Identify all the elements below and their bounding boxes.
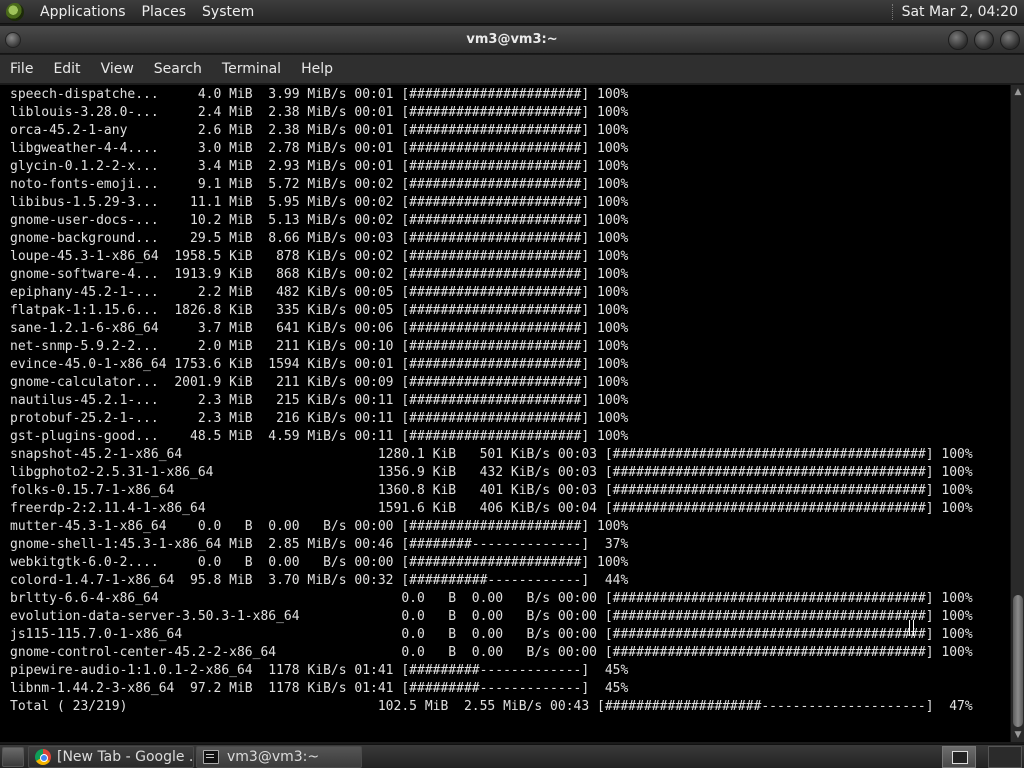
top-panel: Applications Places System Sat Mar 2, 04… (0, 0, 1024, 24)
terminal-line: loupe-45.3-1-x86_64 1958.5 KiB 878 KiB/s… (10, 249, 629, 264)
window-menu-icon[interactable] (5, 32, 21, 48)
terminal-line: Total ( 23/219) 102.5 MiB 2.55 MiB/s 00:… (10, 699, 973, 714)
terminal-line: freerdp-2:2.11.4-1-x86_64 1591.6 KiB 406… (10, 501, 973, 516)
scroll-down-icon[interactable]: ▼ (1013, 730, 1023, 740)
terminal-area[interactable]: speech-dispatche... 4.0 MiB 3.99 MiB/s 0… (0, 85, 1010, 742)
window-title: vm3@vm3:~ (466, 32, 558, 47)
terminal-line: gnome-calculator... 2001.9 KiB 211 KiB/s… (10, 375, 629, 390)
clock[interactable]: Sat Mar 2, 04:20 (902, 4, 1024, 20)
terminal-line: nautilus-45.2.1-... 2.3 MiB 215 KiB/s 00… (10, 393, 629, 408)
terminal-line: libnm-1.44.2-3-x86_64 97.2 MiB 1178 KiB/… (10, 681, 629, 696)
terminal-line: protobuf-25.2-1-... 2.3 MiB 216 KiB/s 00… (10, 411, 629, 426)
system-menu[interactable]: System (194, 4, 262, 20)
terminal-line: gnome-control-center-45.2-2-x86_64 0.0 B… (10, 645, 973, 660)
taskbar-item-label: vm3@vm3:~ (227, 748, 320, 765)
terminal-line: sane-1.2.1-6-x86_64 3.7 MiB 641 KiB/s 00… (10, 321, 629, 336)
scroll-up-icon[interactable]: ▲ (1013, 87, 1023, 97)
terminal-line: glycin-0.1.2-2-x... 3.4 MiB 2.93 MiB/s 0… (10, 159, 629, 174)
terminal-line: snapshot-45.2-1-x86_64 1280.1 KiB 501 Ki… (10, 447, 973, 462)
terminal-line: brltty-6.6-4-x86_64 0.0 B 0.00 B/s 00:00… (10, 591, 973, 606)
terminal-line: folks-0.15.7-1-x86_64 1360.8 KiB 401 KiB… (10, 483, 973, 498)
workspace-switcher-2[interactable] (988, 745, 1022, 768)
terminal-line: flatpak-1:1.15.6... 1826.8 KiB 335 KiB/s… (10, 303, 629, 318)
terminal-line: webkitgtk-6.0-2.... 0.0 B 0.00 B/s 00:00… (10, 555, 629, 570)
terminal-line: gnome-background... 29.5 MiB 8.66 MiB/s … (10, 231, 629, 246)
taskbar-item-terminal[interactable]: vm3@vm3:~ (196, 745, 362, 768)
menu-edit[interactable]: Edit (43, 61, 90, 77)
terminal-line: pipewire-audio-1:1.0.1-2-x86_64 1178 KiB… (10, 663, 629, 678)
applications-menu[interactable]: Applications (32, 4, 134, 20)
taskbar-item-browser[interactable]: [New Tab - Google ... (28, 745, 194, 768)
terminal-line: evince-45.0-1-x86_64 1753.6 KiB 1594 KiB… (10, 357, 629, 372)
menu-file[interactable]: File (0, 61, 43, 77)
close-icon[interactable] (1000, 30, 1020, 50)
terminal-line: colord-1.4.7-1-x86_64 95.8 MiB 3.70 MiB/… (10, 573, 629, 588)
terminal-line: epiphany-45.2-1-... 2.2 MiB 482 KiB/s 00… (10, 285, 629, 300)
terminal-line: libibus-1.5.29-3... 11.1 MiB 5.95 MiB/s … (10, 195, 629, 210)
menu-search[interactable]: Search (144, 61, 212, 77)
terminal-line: liblouis-3.28.0-... 2.4 MiB 2.38 MiB/s 0… (10, 105, 629, 120)
bottom-taskbar: [New Tab - Google ... vm3@vm3:~ (0, 744, 1024, 768)
terminal-line: gnome-software-4... 1913.9 KiB 868 KiB/s… (10, 267, 629, 282)
terminal-line: js115-115.7.0-1-x86_64 0.0 B 0.00 B/s 00… (10, 627, 973, 642)
minimize-icon[interactable] (948, 30, 968, 50)
terminal-line: evolution-data-server-3.50.3-1-x86_64 0.… (10, 609, 973, 624)
show-desktop-button[interactable] (2, 746, 24, 767)
terminal-line: noto-fonts-emoji... 9.1 MiB 5.72 MiB/s 0… (10, 177, 629, 192)
maximize-icon[interactable] (974, 30, 994, 50)
window-titlebar[interactable]: vm3@vm3:~ (0, 26, 1024, 54)
places-menu[interactable]: Places (134, 4, 195, 20)
terminal-line: net-snmp-5.9.2-2... 2.0 MiB 211 KiB/s 00… (10, 339, 629, 354)
distro-logo-icon[interactable] (6, 2, 24, 21)
menu-view[interactable]: View (91, 61, 144, 77)
terminal-line: orca-45.2-1-any 2.6 MiB 2.38 MiB/s 00:01… (10, 123, 629, 138)
scroll-thumb[interactable] (1013, 595, 1023, 727)
menu-help[interactable]: Help (291, 61, 343, 77)
terminal-line: gnome-shell-1:45.3-1-x86_64 MiB 2.85 MiB… (10, 537, 629, 552)
menu-terminal[interactable]: Terminal (212, 61, 291, 77)
taskbar-item-label: [New Tab - Google ... (57, 748, 194, 765)
panel-handle[interactable] (891, 3, 896, 20)
terminal-line: speech-dispatche... 4.0 MiB 3.99 MiB/s 0… (10, 87, 629, 102)
terminal-icon (203, 749, 219, 764)
workspace-switcher-1[interactable] (942, 745, 976, 768)
text-cursor-icon (909, 620, 914, 636)
terminal-line: gnome-user-docs-... 10.2 MiB 5.13 MiB/s … (10, 213, 629, 228)
chrome-icon (35, 748, 51, 765)
terminal-output: speech-dispatche... 4.0 MiB 3.99 MiB/s 0… (10, 86, 973, 716)
terminal-line: gst-plugins-good... 48.5 MiB 4.59 MiB/s … (10, 429, 629, 444)
terminal-line: libgweather-4-4.... 3.0 MiB 2.78 MiB/s 0… (10, 141, 629, 156)
terminal-line: libgphoto2-2.5.31-1-x86_64 1356.9 KiB 43… (10, 465, 973, 480)
terminal-line: mutter-45.3-1-x86_64 0.0 B 0.00 B/s 00:0… (10, 519, 629, 534)
terminal-scrollbar[interactable]: ▲ ▼ (1010, 85, 1024, 742)
terminal-menubar: File Edit View Search Terminal Help (0, 55, 1024, 84)
